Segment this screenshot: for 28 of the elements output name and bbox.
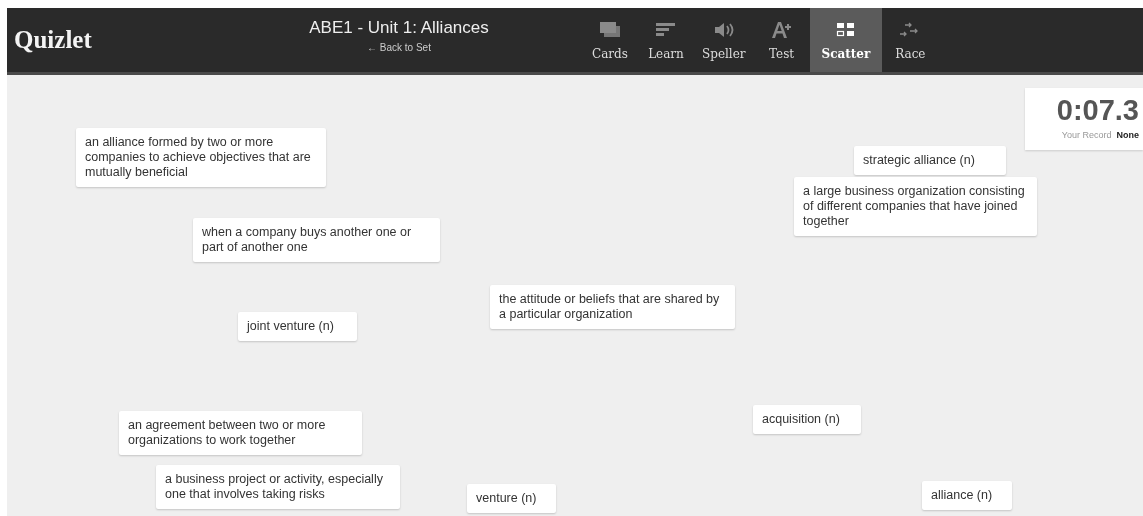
term-card[interactable]: a large business organization consisting of different companies that have joined together (794, 177, 1037, 236)
mode-tab[interactable]: Race (882, 8, 939, 72)
set-title: ABE1 - Unit 1: Alliances (309, 18, 489, 38)
grid-icon (835, 21, 856, 39)
term-card[interactable]: a business project or activity, especially one that involves taking risks (156, 465, 400, 509)
record-value: None (1116, 130, 1139, 140)
mode-tab[interactable]: Cards (582, 8, 638, 72)
term-card[interactable]: venture (n) (467, 484, 556, 513)
term-card[interactable]: the attitude or beliefs that are shared by a particular organization (490, 285, 735, 329)
timer-value: 0:07.3 (1056, 94, 1139, 127)
grade-icon (770, 21, 793, 39)
mode-tab[interactable]: Learn (638, 8, 694, 72)
term-card[interactable]: joint venture (n) (238, 312, 357, 341)
mode-tab[interactable]: Scatter (809, 8, 883, 72)
back-link[interactable]: ← Back to Set (367, 42, 431, 53)
mode-tab[interactable]: Test (753, 8, 810, 72)
logo[interactable]: Quizlet (14, 26, 254, 54)
term-card[interactable]: alliance (n) (922, 481, 1012, 510)
record-label: Your Record (1061, 130, 1112, 140)
term-card[interactable]: acquisition (n) (753, 405, 861, 434)
term-card[interactable]: strategic alliance (n) (854, 146, 1006, 175)
bars-icon (656, 21, 676, 39)
term-card[interactable]: when a company buys another one or part of another one (193, 218, 440, 262)
term-card[interactable]: an alliance formed by two or more companies to achieve objectives that are mutually beneficial (76, 128, 326, 187)
mode-tab[interactable]: Speller (694, 8, 754, 72)
cards-icon (600, 21, 620, 39)
speaker-icon (713, 21, 734, 39)
term-card[interactable]: an agreement between two or more organizations to work together (119, 411, 362, 455)
